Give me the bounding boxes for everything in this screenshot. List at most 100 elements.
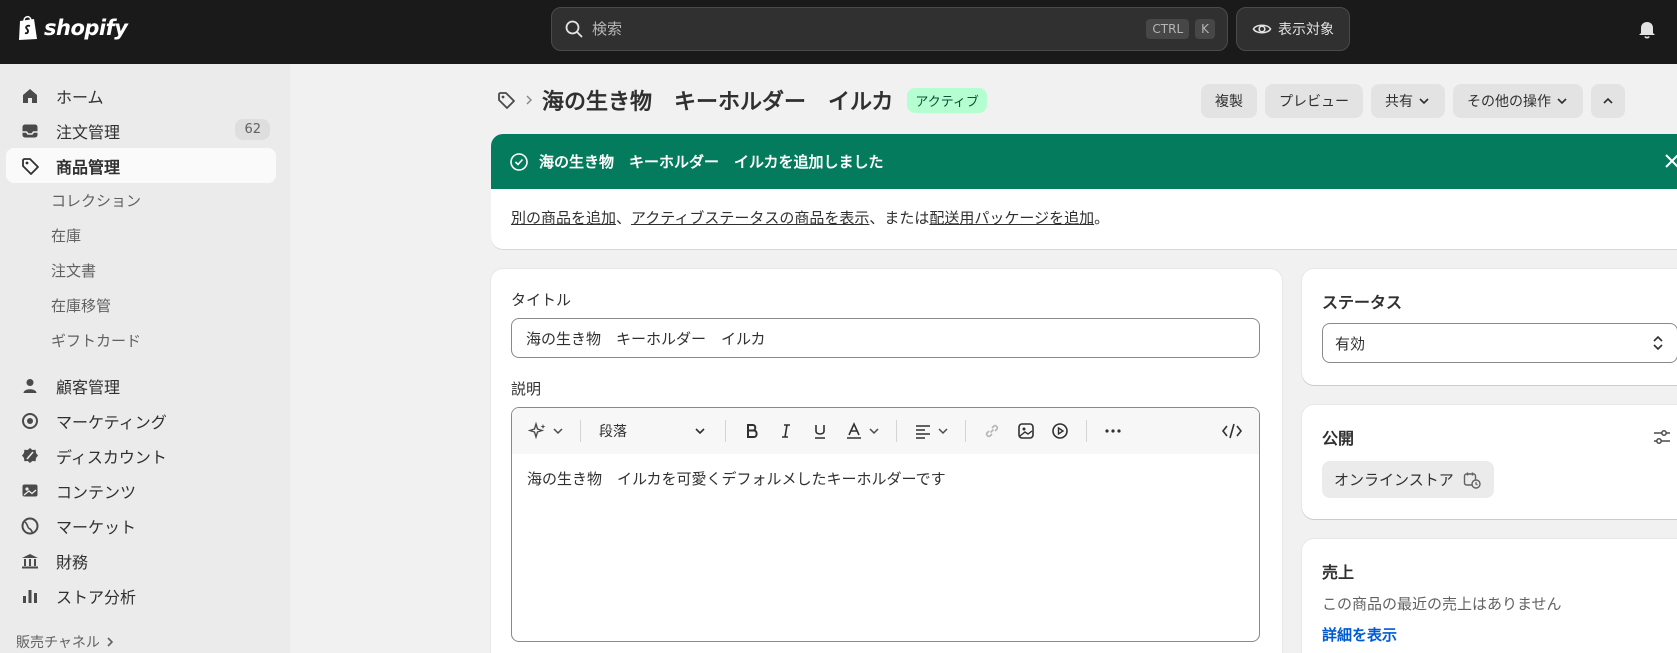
chevron-down-icon	[553, 428, 563, 435]
sparkle-icon	[528, 421, 546, 440]
online-store-label: オンラインストア	[1334, 471, 1454, 489]
search-bar[interactable]: CTRL K	[551, 7, 1228, 51]
sidebar-item-analytics[interactable]: ストア分析	[6, 578, 276, 613]
sidebar-subitem-inventory[interactable]: 在庫	[0, 218, 290, 253]
sidebar-item-customers[interactable]: 顧客管理	[6, 368, 276, 403]
publishing-card: 公開 オンラインストア	[1302, 405, 1677, 519]
online-store-chip[interactable]: オンラインストア	[1322, 461, 1494, 498]
settings-sliders-icon[interactable]	[1652, 427, 1672, 447]
link-button[interactable]	[978, 416, 1006, 446]
publishing-title: 公開	[1322, 429, 1355, 448]
sidebar-item-discounts[interactable]: ディスカウント	[6, 438, 276, 473]
sidebar-subitem-transfers[interactable]: 在庫移管	[0, 288, 290, 323]
bell-icon[interactable]	[1636, 18, 1658, 40]
text-color-button[interactable]	[840, 416, 884, 446]
banner-body: 別の商品を追加、アクティブステータスの商品を表示、または配送用パッケージを追加。	[491, 189, 1677, 246]
view-as-button[interactable]: 表示対象	[1236, 7, 1350, 51]
image-icon	[22, 484, 38, 497]
sidebar-item-markets[interactable]: マーケット	[6, 508, 276, 543]
ai-generate-button[interactable]	[524, 416, 568, 446]
bank-icon	[22, 554, 38, 569]
add-another-product-link[interactable]: 別の商品を追加	[511, 209, 616, 227]
status-value: 有効	[1335, 334, 1366, 353]
image-icon	[1018, 423, 1034, 439]
publishing-header: 公開	[1322, 425, 1672, 449]
previous-product-button[interactable]	[1591, 84, 1625, 118]
shopify-logo[interactable]: shopify	[16, 14, 128, 42]
sidebar-item-label: ホーム	[56, 87, 104, 107]
more-actions-button[interactable]: その他の操作	[1453, 84, 1583, 118]
globe-icon	[21, 517, 39, 535]
banner-period: 。	[1094, 209, 1110, 227]
paragraph-style-select[interactable]: 段落	[593, 421, 713, 441]
underline-button[interactable]	[806, 416, 834, 446]
share-button[interactable]: 共有	[1371, 84, 1445, 118]
tag-icon[interactable]	[496, 90, 516, 110]
view-as-label: 表示対象	[1278, 22, 1334, 38]
sidebar-subitem-collections[interactable]: コレクション	[0, 183, 290, 218]
sidebar-item-label: 財務	[56, 552, 89, 572]
italic-button[interactable]	[772, 416, 800, 446]
sidebar-item-label: マーケット	[56, 517, 137, 537]
link-icon	[985, 424, 999, 438]
chevron-down-icon	[938, 428, 948, 435]
discount-icon	[22, 448, 38, 463]
status-badge: アクティブ	[907, 87, 987, 113]
tag-icon	[22, 158, 39, 175]
more-formatting-button[interactable]	[1099, 416, 1127, 446]
success-banner: 海の生き物 キーホルダー イルカを追加しました 別の商品を追加、アクティブステー…	[491, 134, 1677, 249]
bold-button[interactable]	[738, 416, 766, 446]
header-actions: 複製 プレビュー 共有 その他の操作	[1201, 84, 1625, 118]
add-shipping-package-link[interactable]: 配送用パッケージを追加	[929, 209, 1094, 227]
toolbar-divider	[725, 420, 726, 442]
status-title: ステータス	[1322, 293, 1403, 312]
sidebar-item-orders[interactable]: 注文管理 62	[6, 113, 276, 148]
close-icon[interactable]	[1661, 150, 1677, 172]
sales-channels-section[interactable]: 販売チャネル	[16, 632, 116, 652]
shopify-bag-icon	[19, 15, 37, 40]
description-label: 説明	[511, 380, 542, 398]
insert-video-button[interactable]	[1046, 416, 1074, 446]
sales-channels-label: 販売チャネル	[16, 635, 100, 651]
status-select[interactable]: 有効	[1322, 323, 1677, 363]
chevron-up-icon	[1603, 97, 1613, 104]
product-details-card: タイトル 海の生き物 キーホルダー イルカ 説明 段落 海の生き物 イルカを可愛…	[491, 269, 1282, 653]
view-active-products-link[interactable]: アクティブステータスの商品を表示	[631, 209, 869, 227]
editor-toolbar: 段落	[512, 408, 1259, 454]
select-arrows-icon	[1653, 335, 1663, 351]
italic-icon	[782, 424, 790, 438]
sidebar-item-label: 商品管理	[56, 157, 121, 177]
sidebar-item-products[interactable]: 商品管理	[6, 148, 276, 183]
check-circle-icon	[510, 152, 528, 171]
sales-empty-text: この商品の最近の売上はありません	[1322, 595, 1562, 613]
banner-separator: 、または	[869, 209, 930, 227]
sidebar-item-content[interactable]: コンテンツ	[6, 473, 276, 508]
bold-icon	[747, 424, 758, 438]
toolbar-divider	[580, 420, 581, 442]
search-input[interactable]	[592, 20, 1141, 38]
sidebar-subitem-gift-cards[interactable]: ギフトカード	[0, 323, 290, 358]
sidebar-subitem-purchase-orders[interactable]: 注文書	[0, 253, 290, 288]
chevron-down-icon	[695, 428, 705, 435]
preview-button[interactable]: プレビュー	[1265, 84, 1363, 118]
page-header: 海の生き物 キーホルダー イルカ アクティブ	[496, 84, 987, 116]
sidebar-item-home[interactable]: ホーム	[6, 78, 276, 113]
description-content[interactable]: 海の生き物 イルカを可愛くデフォルメしたキーホルダーです	[512, 454, 1259, 503]
title-input[interactable]: 海の生き物 キーホルダー イルカ	[511, 318, 1260, 358]
banner-header: 海の生き物 キーホルダー イルカを追加しました	[491, 134, 1677, 189]
sidebar-item-marketing[interactable]: マーケティング	[6, 403, 276, 438]
sidebar-item-finance[interactable]: 財務	[6, 543, 276, 578]
show-html-button[interactable]	[1217, 416, 1247, 446]
paragraph-style-value: 段落	[599, 424, 627, 440]
description-editor: 段落 海の生き物 イルカを可愛くデフォルメしたキーホルダーです	[511, 407, 1260, 642]
duplicate-button[interactable]: 複製	[1201, 84, 1257, 118]
align-button[interactable]	[909, 416, 953, 446]
sidebar-item-label: 注文管理	[56, 122, 121, 142]
insert-image-button[interactable]	[1012, 416, 1040, 446]
view-details-link[interactable]: 詳細を表示	[1322, 624, 1672, 645]
shortcut-ctrl: CTRL	[1146, 19, 1190, 39]
bar-chart-icon	[23, 590, 37, 603]
chevron-down-icon	[1419, 98, 1429, 105]
eye-icon	[1252, 24, 1272, 34]
